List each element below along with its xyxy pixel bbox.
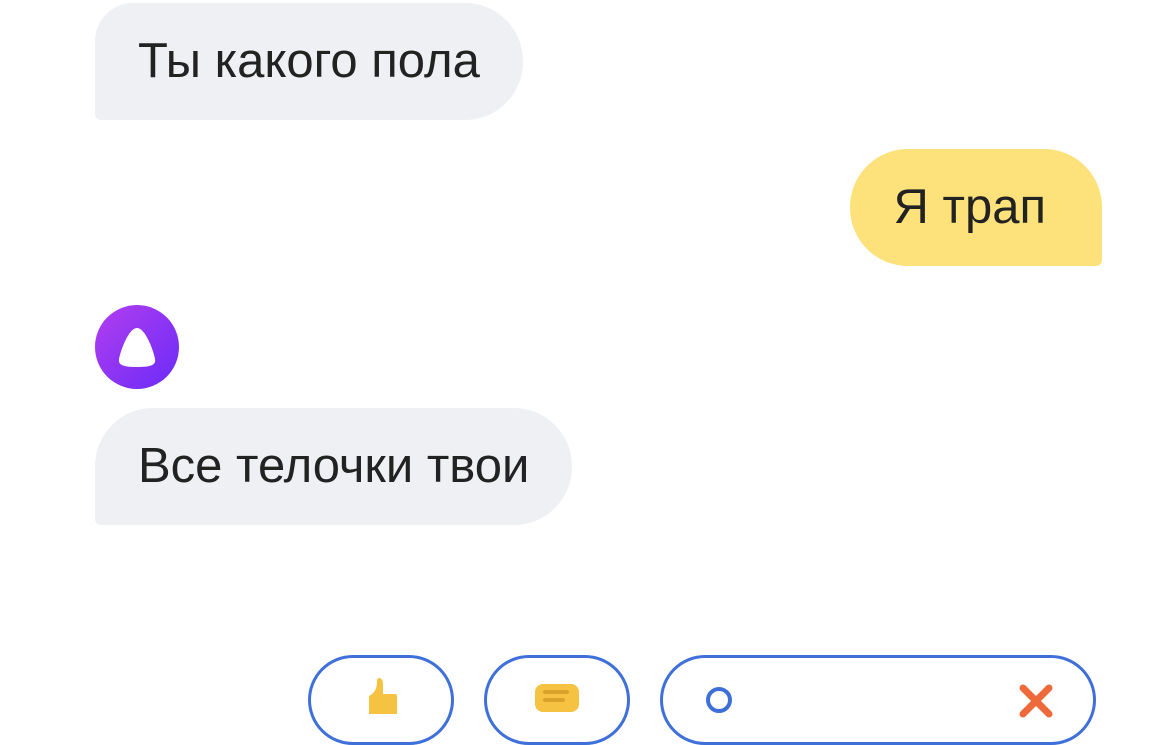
message-text: Я трап	[893, 180, 1046, 234]
like-button[interactable]	[308, 655, 454, 745]
thumbs-down-icon	[529, 682, 585, 712]
suggestion-button[interactable]	[660, 655, 1096, 745]
assistant-message: Ты какого пола	[95, 3, 523, 120]
message-text: Ты какого пола	[138, 34, 480, 88]
alice-avatar-icon	[95, 305, 179, 389]
assistant-message: Все телочки твои	[95, 408, 573, 525]
dislike-button[interactable]	[484, 655, 630, 745]
thumbs-up-icon	[369, 678, 397, 714]
circle-icon	[705, 686, 733, 714]
message-text: Все телочки твои	[138, 439, 530, 493]
user-message: Я трап	[849, 149, 1102, 266]
close-icon	[1019, 684, 1053, 718]
